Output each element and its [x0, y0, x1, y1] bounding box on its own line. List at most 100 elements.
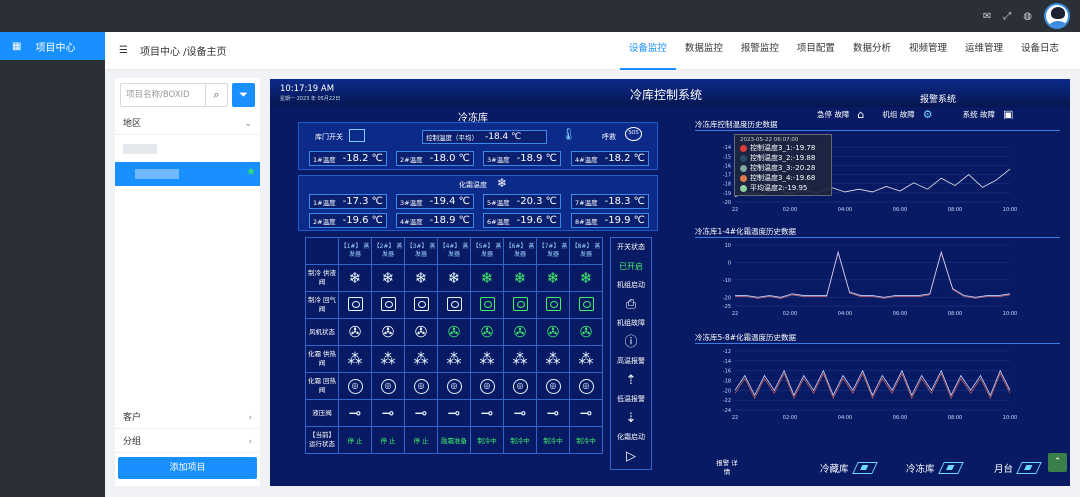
y-tick-label: -19: [723, 191, 731, 197]
temp-box: 5#温度 -20.3 ℃: [483, 194, 561, 209]
play-icon[interactable]: ▷: [611, 447, 651, 466]
nav-freezer[interactable]: 冷冻库: [906, 461, 964, 475]
nav-label: 冷藏库: [820, 464, 849, 475]
snowflake-icon: ❄: [381, 268, 395, 287]
table-row: 风机状态 ✇ ✇ ✇ ✇ ✇ ✇ ✇ ✇: [305, 318, 603, 346]
avatar[interactable]: [1044, 3, 1070, 29]
tab-data-monitor[interactable]: 数据监控: [676, 32, 732, 70]
filter-icon[interactable]: ⏷: [232, 83, 255, 107]
nav-cold-storage[interactable]: 冷藏库: [820, 461, 878, 475]
evaporator-header: 【3#】 蒸发器: [404, 237, 438, 265]
customer-group[interactable]: 客户 ›: [115, 407, 260, 429]
breadcrumb: ☰ 项目中心 /设备主页: [119, 43, 227, 58]
mail-icon[interactable]: ✉: [983, 11, 991, 22]
defrost-icon: ⁂: [413, 349, 429, 368]
add-project-button[interactable]: 添加项目: [118, 457, 257, 479]
hydraulic-valve-icon: ⊸: [513, 403, 527, 422]
y-tick-label: -18: [723, 379, 731, 385]
region-label: 地区: [123, 119, 142, 129]
evaporator-header: 【5#】 蒸发器: [470, 237, 504, 265]
search-box: 项目名称/BOXID ⌕: [120, 83, 228, 107]
nav-label: 月台: [994, 464, 1014, 475]
x-tick-label: 06:00: [893, 415, 907, 421]
valve-icon: [479, 297, 495, 311]
tooltip-entry: 控制温度3_4:-19.68: [750, 174, 816, 182]
tab-device-monitor[interactable]: 设备监控: [619, 32, 676, 70]
snowflake-icon: ❄: [497, 176, 508, 190]
fullscreen-icon[interactable]: ⤢: [1003, 11, 1011, 22]
evaporator-header: 【2#】 蒸发器: [371, 237, 405, 265]
x-tick-label: 10:00: [1003, 207, 1017, 213]
chevron-right-icon: ›: [248, 437, 252, 447]
valve-icon: [380, 297, 396, 311]
return-heat-icon: ◎: [446, 378, 462, 394]
x-tick-label: 08:00: [948, 415, 962, 421]
low-temp-alarm-label: 低温报警: [617, 395, 645, 403]
tab-project-config[interactable]: 项目配置: [788, 32, 844, 70]
menu-fold-icon[interactable]: ☰: [119, 45, 128, 56]
door-icon: [349, 129, 365, 142]
temp-box: 2#温度 -19.6 ℃: [309, 213, 387, 228]
defrost-label: 化霜温度: [459, 181, 487, 189]
unit-start-label: 机组启动: [617, 281, 645, 289]
evaporator-table: 【1#】 蒸发器 【2#】 蒸发器 【3#】 蒸发器 【4#】 蒸发器 【5#】…: [305, 237, 603, 454]
tab-data-analysis[interactable]: 数据分析: [844, 32, 900, 70]
hydraulic-valve-icon: ⊸: [480, 403, 494, 422]
diamond-icon: [937, 462, 964, 474]
run-state: 制冷中: [503, 426, 537, 454]
nav-platform[interactable]: 月台: [994, 461, 1042, 475]
series-line: [734, 369, 1011, 397]
grouping-group[interactable]: 分组 ›: [115, 431, 260, 453]
alarm-title: 报警系统: [920, 95, 957, 105]
x-tick-label: 08:00: [948, 207, 962, 213]
defrost-icon: ⁂: [512, 349, 528, 368]
return-heat-icon: ◎: [545, 378, 561, 394]
temp-value: -18.9 ℃: [516, 153, 557, 164]
evaporator-header: 【7#】 蒸发器: [536, 237, 570, 265]
diamond-icon: [1016, 462, 1042, 474]
globe-icon[interactable]: ◍: [1023, 11, 1032, 22]
chevron-right-icon: ›: [248, 413, 252, 423]
project-panel: 项目名称/BOXID ⌕ ⏷ 地区 ⌄ ★ 客户 › 分组 › 添加项目: [115, 78, 260, 486]
temp-value: -20.3 ℃: [516, 196, 557, 207]
y-tick-label: -24: [723, 408, 731, 414]
thermometer-down-icon: ⇣: [625, 411, 637, 426]
temp-box: 2#温度 -18.0 ℃: [396, 151, 474, 166]
tab-ops-management[interactable]: 运维管理: [956, 32, 1012, 70]
row-label: 制冷 回气阀: [305, 291, 339, 319]
return-heat-icon: ◎: [380, 378, 396, 394]
clock: 10:17:19 AM: [280, 84, 335, 94]
info-icon: ⓘ: [624, 335, 638, 350]
temp-label: 2#温度: [313, 217, 336, 226]
tooltip-row: 平均温度2:-19.95: [740, 183, 826, 193]
y-tick-label: -10: [723, 278, 731, 284]
run-state: 停 止: [338, 426, 372, 454]
snowflake-icon: ❄: [579, 268, 593, 287]
row-label: 液压阀: [305, 399, 339, 427]
return-heat-icon: ◎: [578, 378, 594, 394]
control-temp-panel: 库门开关 控制温度（平均） -18.4 ℃ 🌡 呼救 SOS 1#温度 -18.2…: [298, 122, 658, 170]
tab-device-log[interactable]: 设备日志: [1012, 32, 1068, 70]
evaporator-header: 【8#】 蒸发器: [569, 237, 603, 265]
tab-alarm-monitor[interactable]: 报警监控: [732, 32, 788, 70]
control-temp-value: -18.4 ℃: [485, 132, 522, 142]
tab-video-management[interactable]: 视频管理: [900, 32, 956, 70]
tree-item-selected[interactable]: ★: [115, 162, 260, 186]
defrost-start-label: 化霜启动: [617, 433, 645, 441]
defrost-icon: ⁂: [479, 349, 495, 368]
monitor-panel: 10:17:19 AM 星期一 2023 年 05月22日 冷库控制系统 报警系…: [270, 79, 1070, 486]
search-icon[interactable]: ⌕: [205, 84, 227, 106]
tree-item[interactable]: [115, 138, 260, 162]
temp-value: -17.3 ℃: [342, 196, 383, 207]
y-tick-label: -20: [723, 200, 731, 206]
tooltip-entry: 控制温度3_1:-19.78: [750, 144, 816, 152]
sos-icon[interactable]: SOS: [625, 127, 642, 141]
sidebar-item-project-center[interactable]: ▦ 项目中心: [0, 32, 105, 60]
defrost-icon: ⁂: [578, 349, 594, 368]
back-to-top-button[interactable]: ⌃: [1048, 453, 1067, 472]
chart-title: 冷冻库控制温度历史数据: [695, 120, 778, 129]
region-group[interactable]: 地区 ⌄: [115, 113, 260, 135]
chart-panel-defrost-5-8: 冷冻库5-8#化霜温度历史数据 -12 -14 -16 -18 -20 -22 -24 22 0…: [695, 332, 1060, 422]
search-input[interactable]: 项目名称/BOXID: [121, 84, 205, 106]
temp-value: -19.4 ℃: [429, 196, 470, 207]
